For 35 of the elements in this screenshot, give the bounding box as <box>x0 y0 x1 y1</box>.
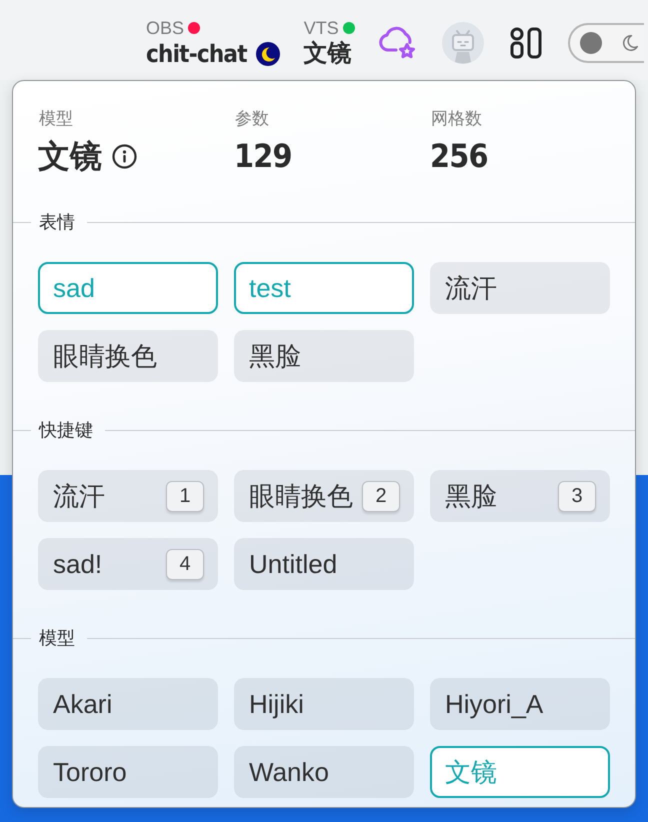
hotkey-chip[interactable]: 黑脸 3 <box>430 470 610 522</box>
toggle-chip[interactable]: Tororo <box>38 746 218 798</box>
toggle-chip[interactable]: 眼睛换色 <box>38 330 218 382</box>
stat-value: 256 <box>430 138 488 174</box>
shortcut-key: 1 <box>166 480 204 512</box>
toggle-chip[interactable]: 流汗 <box>430 262 610 314</box>
connection-value: chit-chat <box>146 39 247 69</box>
layout-icon[interactable] <box>508 27 543 59</box>
section-title: 模型 <box>39 627 75 649</box>
toggle-chip[interactable]: Hiyori_A <box>430 678 610 730</box>
stat-value: 129 <box>234 138 292 174</box>
toggle-chip[interactable]: 黑脸 <box>234 330 414 382</box>
shortcut-key: 4 <box>166 548 204 580</box>
section-title: 表情 <box>39 211 75 233</box>
stat-label: 模型 <box>38 108 74 130</box>
shortcut-key: 3 <box>558 480 596 512</box>
hotkey-chip[interactable]: 流汗 1 <box>38 470 218 522</box>
connection-label: VTS <box>304 17 339 39</box>
toggle-chip[interactable]: Hijiki <box>234 678 414 730</box>
moon-icon <box>256 42 280 66</box>
info-icon[interactable] <box>112 144 137 168</box>
hotkey-chip[interactable]: Untitled <box>234 538 414 590</box>
theme-toggle[interactable] <box>568 23 644 63</box>
connection-value: 文镜 <box>304 39 352 69</box>
stat-value: 文镜 <box>38 138 102 174</box>
cloud-star-icon[interactable] <box>378 26 416 60</box>
toggle-chip[interactable]: Akari <box>38 678 218 730</box>
hotkey-chip[interactable]: 眼睛换色 2 <box>234 470 414 522</box>
section-title: 快捷键 <box>39 419 93 441</box>
shortcut-key: 2 <box>362 480 400 512</box>
hotkey-chip[interactable]: sad! 4 <box>38 538 218 590</box>
stat-label: 网格数 <box>430 108 483 130</box>
stat-label: 参数 <box>234 108 270 130</box>
toggle-chip[interactable]: Wanko <box>234 746 414 798</box>
connection-label: OBS <box>146 17 184 39</box>
